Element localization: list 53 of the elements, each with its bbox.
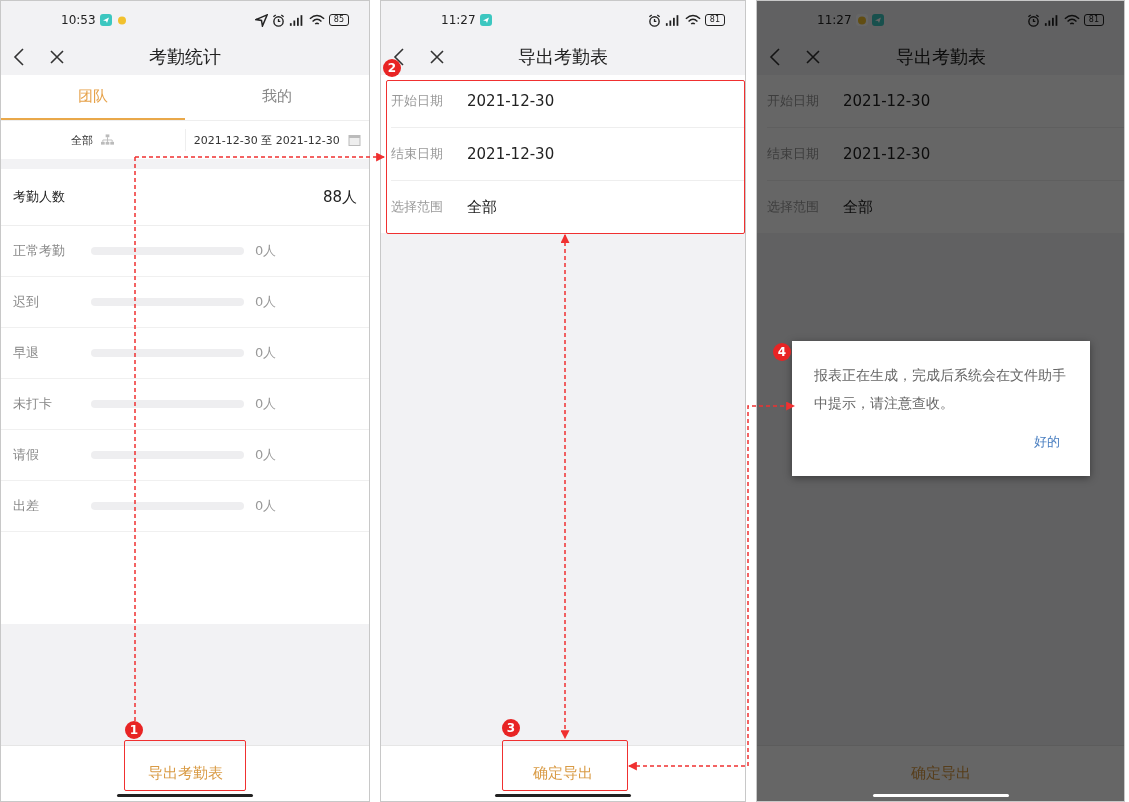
battery-level: 81 xyxy=(704,14,725,26)
plane-icon xyxy=(871,14,884,26)
date-range-filter[interactable]: 2021-12-30 至 2021-12-30 xyxy=(185,131,369,149)
wifi-icon xyxy=(684,13,701,27)
stat-value: 0人 xyxy=(255,242,277,260)
field-value[interactable]: 2021-12-30 xyxy=(467,92,555,110)
signal-icon xyxy=(288,13,305,27)
calendar-icon xyxy=(347,134,361,146)
page-title: 考勤统计 xyxy=(149,45,221,69)
field-value[interactable]: 2021-12-30 xyxy=(843,145,931,163)
stat-label: 请假 xyxy=(13,446,40,464)
battery-level: 81 xyxy=(1083,14,1104,26)
plane-icon xyxy=(99,14,112,26)
stat-value: 0人 xyxy=(255,497,277,515)
status-time: 11:27 xyxy=(441,13,476,27)
battery-level: 85 xyxy=(328,14,349,26)
signal-icon xyxy=(1043,13,1060,27)
alarm-icon xyxy=(1026,13,1040,27)
status-time: 10:53 xyxy=(61,13,96,27)
ok-button[interactable]: 好的 xyxy=(1026,429,1068,455)
stat-label: 正常考勤 xyxy=(13,242,66,260)
stat-label: 未打卡 xyxy=(13,395,53,413)
wifi-icon xyxy=(1063,13,1080,27)
alarm-icon xyxy=(647,13,661,27)
field-value[interactable]: 2021-12-30 xyxy=(467,145,555,163)
stat-value: 0人 xyxy=(255,446,277,464)
stat-value: 0人 xyxy=(255,395,277,413)
stat-value: 0人 xyxy=(255,293,277,311)
field-value[interactable]: 全部 xyxy=(843,197,873,217)
stat-label: 早退 xyxy=(13,344,40,362)
total-value: 88人 xyxy=(322,187,357,207)
export-button[interactable]: 确定导出 xyxy=(519,756,607,791)
stat-value: 0人 xyxy=(255,344,277,362)
signal-icon xyxy=(664,13,681,27)
field-value[interactable]: 全部 xyxy=(467,197,497,217)
alarm-icon xyxy=(271,13,285,27)
field-value[interactable]: 2021-12-30 xyxy=(843,92,931,110)
back-icon[interactable] xyxy=(11,47,27,67)
page-title: 导出考勤表 xyxy=(895,45,986,69)
page-title: 导出考勤表 xyxy=(518,45,608,69)
total-label: 考勤人数 xyxy=(13,188,65,206)
field-label: 结束日期 xyxy=(391,145,444,163)
field-label: 开始日期 xyxy=(391,92,444,110)
status-time: 11:27 xyxy=(817,13,852,27)
org-chart-icon xyxy=(101,134,115,146)
scope-filter[interactable]: 全部 xyxy=(1,131,185,149)
plane-icon xyxy=(479,14,492,26)
stat-label: 迟到 xyxy=(13,293,40,311)
dialog-message: 报表正在生成，完成后系统会在文件助手中提示，请注意查收。 xyxy=(814,366,1067,413)
stat-label: 出差 xyxy=(13,497,40,515)
wifi-icon xyxy=(308,13,325,27)
export-button[interactable]: 导出考勤表 xyxy=(133,756,237,791)
field-label: 选择范围 xyxy=(391,198,444,216)
